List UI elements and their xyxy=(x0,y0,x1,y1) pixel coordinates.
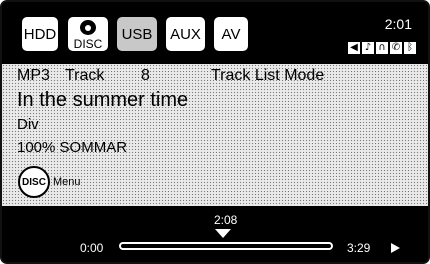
progress-track[interactable] xyxy=(119,242,333,250)
status-icons: ◀ ♪ ∩ ✆ ᛒ xyxy=(348,42,416,54)
source-bar: HDD DISC USB AUX AV 2:01 ◀ ♪ ∩ ✆ ᛒ xyxy=(2,2,428,64)
artist-name: Div xyxy=(17,116,39,133)
aux-button-label: AUX xyxy=(170,25,201,43)
disc-button[interactable]: DISC xyxy=(68,17,108,51)
music-phone-icon: ♪ xyxy=(362,42,374,54)
disc-menu-button[interactable]: DISC xyxy=(18,166,50,198)
start-time: 0:00 xyxy=(80,241,104,255)
bluetooth-icon: ᛒ xyxy=(404,42,416,54)
av-button-label: AV xyxy=(221,25,241,43)
menu-label: Menu xyxy=(53,176,81,188)
track-info-area: MP3 Track 8 Track List Mode In the summe… xyxy=(2,64,428,206)
phone-icon: ✆ xyxy=(390,42,402,54)
aux-button[interactable]: AUX xyxy=(166,17,205,51)
clock: 2:01 xyxy=(384,16,412,32)
disc-button-label: DISC xyxy=(73,37,103,51)
usb-button[interactable]: USB xyxy=(117,17,157,51)
disc-menu-label: DISC xyxy=(22,176,46,188)
position-marker-icon[interactable] xyxy=(215,229,231,238)
hdd-button[interactable]: HDD xyxy=(22,17,58,51)
album-name: 100% SOMMAR xyxy=(17,139,128,156)
track-number: 8 xyxy=(141,67,150,84)
current-time: 2:08 xyxy=(214,213,238,227)
infotainment-screen: HDD DISC USB AUX AV 2:01 ◀ ♪ ∩ ✆ ᛒ MP3 T… xyxy=(0,0,430,264)
disc-icon xyxy=(80,20,96,35)
track-label: Track xyxy=(65,67,105,84)
av-button[interactable]: AV xyxy=(214,17,248,51)
format-label: MP3 xyxy=(17,67,50,84)
usb-button-label: USB xyxy=(121,25,153,43)
mode-label: Track List Mode xyxy=(211,67,325,84)
progress-bar-area: 2:08 0:00 3:29 xyxy=(2,206,428,262)
song-title: In the summer time xyxy=(17,89,189,111)
end-time: 3:29 xyxy=(347,241,371,255)
play-icon[interactable] xyxy=(391,243,400,253)
headset-icon: ∩ xyxy=(376,42,388,54)
phone-volume-icon: ◀ xyxy=(348,42,360,54)
hdd-button-label: HDD xyxy=(23,25,57,43)
